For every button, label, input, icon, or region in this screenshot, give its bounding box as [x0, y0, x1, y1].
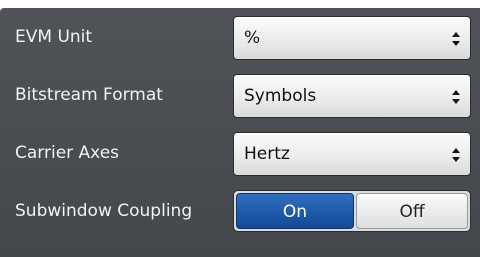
coupling-on-button[interactable]: On [236, 193, 354, 229]
up-down-arrows-icon [452, 32, 460, 46]
evm-unit-row: EVM Unit % [0, 8, 480, 66]
settings-panel: EVM Unit % Bitstream Format Symbols Carr… [0, 8, 480, 257]
bitstream-format-value: Symbols [244, 86, 317, 106]
evm-unit-select[interactable]: % [233, 16, 471, 60]
carrier-axes-select[interactable]: Hertz [233, 132, 471, 176]
bitstream-format-row: Bitstream Format Symbols [0, 66, 480, 124]
up-down-arrows-icon [452, 148, 460, 162]
carrier-axes-row: Carrier Axes Hertz [0, 124, 480, 182]
coupling-off-button[interactable]: Off [356, 193, 468, 229]
subwindow-coupling-row: Subwindow Coupling On Off [0, 182, 480, 240]
bitstream-format-select[interactable]: Symbols [233, 74, 471, 118]
subwindow-coupling-label: Subwindow Coupling [15, 201, 193, 221]
evm-unit-label: EVM Unit [15, 27, 93, 47]
up-down-arrows-icon [452, 90, 460, 104]
carrier-axes-value: Hertz [244, 144, 290, 164]
bitstream-format-label: Bitstream Format [15, 85, 163, 105]
subwindow-coupling-toggle: On Off [233, 190, 471, 232]
carrier-axes-label: Carrier Axes [15, 143, 120, 163]
evm-unit-value: % [244, 28, 261, 48]
